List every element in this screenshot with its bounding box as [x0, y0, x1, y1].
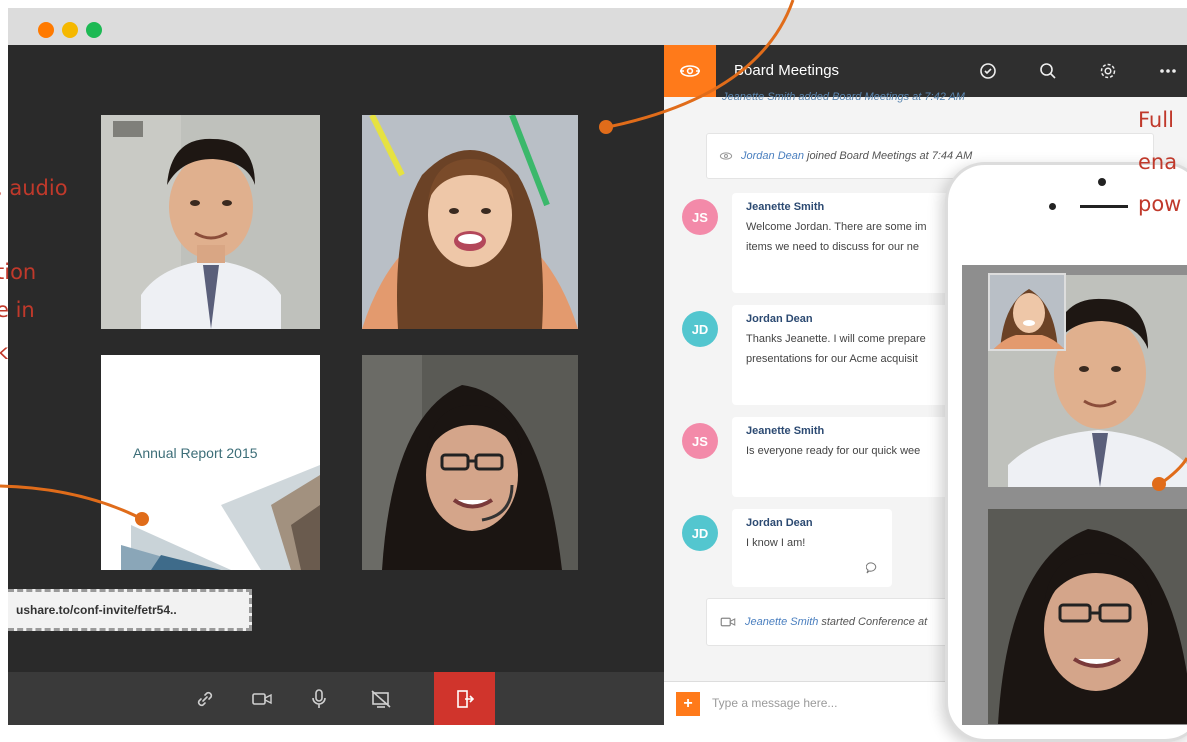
- clock-icon: [980, 63, 996, 79]
- annotation-text: tion: [0, 260, 37, 284]
- phone-sensor-icon: [1049, 203, 1056, 210]
- annotation-text: pow: [1138, 192, 1182, 216]
- search-icon: [1040, 63, 1056, 79]
- microphone-toggle-button[interactable]: [294, 672, 344, 725]
- room-icon: [719, 152, 733, 160]
- avatar[interactable]: JD: [682, 311, 718, 347]
- participant-video-4[interactable]: [362, 355, 578, 570]
- screen-share-icon: [371, 689, 391, 708]
- mobile-participant-video-2[interactable]: [988, 509, 1187, 724]
- system-message-cut: Jeanette Smith added Board Meetings at 7…: [722, 91, 965, 103]
- window-titlebar: [8, 8, 1187, 45]
- phone-camera-icon: [1098, 178, 1106, 186]
- message-author[interactable]: Jordan Dean: [746, 313, 978, 325]
- reply-button[interactable]: [865, 561, 878, 579]
- phone-speaker-icon: [1080, 205, 1128, 208]
- message-line: items we need to discuss for our ne: [746, 241, 920, 253]
- microphone-icon: [312, 688, 326, 708]
- annotation-text: k: [0, 340, 9, 364]
- shared-document-tile[interactable]: Annual Report 2015: [101, 355, 320, 570]
- copy-link-button[interactable]: [180, 672, 230, 725]
- mobile-phone-frame: [945, 162, 1187, 742]
- system-message-user[interactable]: Jordan Dean: [741, 150, 804, 162]
- add-attachment-button[interactable]: +: [676, 692, 700, 716]
- more-options-button[interactable]: [1156, 59, 1180, 83]
- message-author[interactable]: Jeanette Smith: [746, 425, 978, 437]
- comment-icon: [865, 562, 877, 574]
- message-line: Welcome Jordan. There are some im: [746, 221, 927, 233]
- mobile-self-view[interactable]: [988, 273, 1066, 351]
- system-message-text: joined Board Meetings at 7:44 AM: [807, 150, 973, 162]
- annotation-text: , audio: [0, 176, 68, 200]
- leave-icon: [456, 689, 474, 708]
- invite-link[interactable]: ushare.to/conf-invite/fetr54..: [8, 589, 252, 631]
- invite-link-text: ushare.to/conf-invite/fetr54..: [16, 603, 177, 617]
- message-line: I know I am!: [746, 537, 806, 549]
- avatar[interactable]: JD: [682, 515, 718, 551]
- settings-button[interactable]: [1096, 59, 1120, 83]
- camera-toggle-button[interactable]: [237, 672, 287, 725]
- message-line: presentations for our Acme acquisit: [746, 353, 918, 365]
- camera-icon: [252, 692, 272, 705]
- participant-video-1[interactable]: [101, 115, 320, 329]
- message-line: Is everyone ready for our quick wee: [746, 445, 921, 457]
- video-conference-area: Annual Report 2015 ushare.to/conf-invite…: [8, 45, 664, 672]
- video-icon: [720, 617, 736, 627]
- avatar[interactable]: JS: [682, 423, 718, 459]
- maximize-window-button[interactable]: [86, 22, 102, 38]
- chat-room-title: Board Meetings: [734, 62, 840, 79]
- more-icon: [1160, 69, 1176, 73]
- message-author[interactable]: Jordan Dean: [746, 517, 878, 529]
- message-line: Thanks Jeanette. I will come prepare: [746, 333, 926, 345]
- system-message-user[interactable]: Jeanette Smith: [745, 616, 818, 628]
- minimize-window-button[interactable]: [62, 22, 78, 38]
- message-bubble: Jordan Dean I know I am!: [732, 509, 892, 587]
- chat-header: Board Meetings: [664, 45, 1187, 97]
- search-button[interactable]: [1036, 59, 1060, 83]
- avatar[interactable]: JS: [682, 199, 718, 235]
- document-title: Annual Report 2015: [133, 445, 258, 461]
- message-input[interactable]: Type a message here...: [712, 696, 837, 710]
- link-icon: [197, 691, 213, 706]
- participant-video-2[interactable]: [362, 115, 578, 329]
- annotation-text: e in: [0, 298, 35, 322]
- leave-call-button[interactable]: [434, 672, 495, 725]
- gear-icon: [1100, 63, 1116, 79]
- history-button[interactable]: [976, 59, 1000, 83]
- mobile-video-screen: [962, 265, 1187, 725]
- system-message-text: started Conference at: [821, 616, 928, 628]
- screen-share-button[interactable]: [356, 672, 406, 725]
- message-author[interactable]: Jeanette Smith: [746, 201, 978, 213]
- app-logo-icon[interactable]: [664, 45, 716, 97]
- close-window-button[interactable]: [38, 22, 54, 38]
- annotation-text: ena: [1138, 150, 1178, 174]
- call-control-bar: [8, 672, 664, 725]
- annotation-text: Full: [1138, 108, 1174, 132]
